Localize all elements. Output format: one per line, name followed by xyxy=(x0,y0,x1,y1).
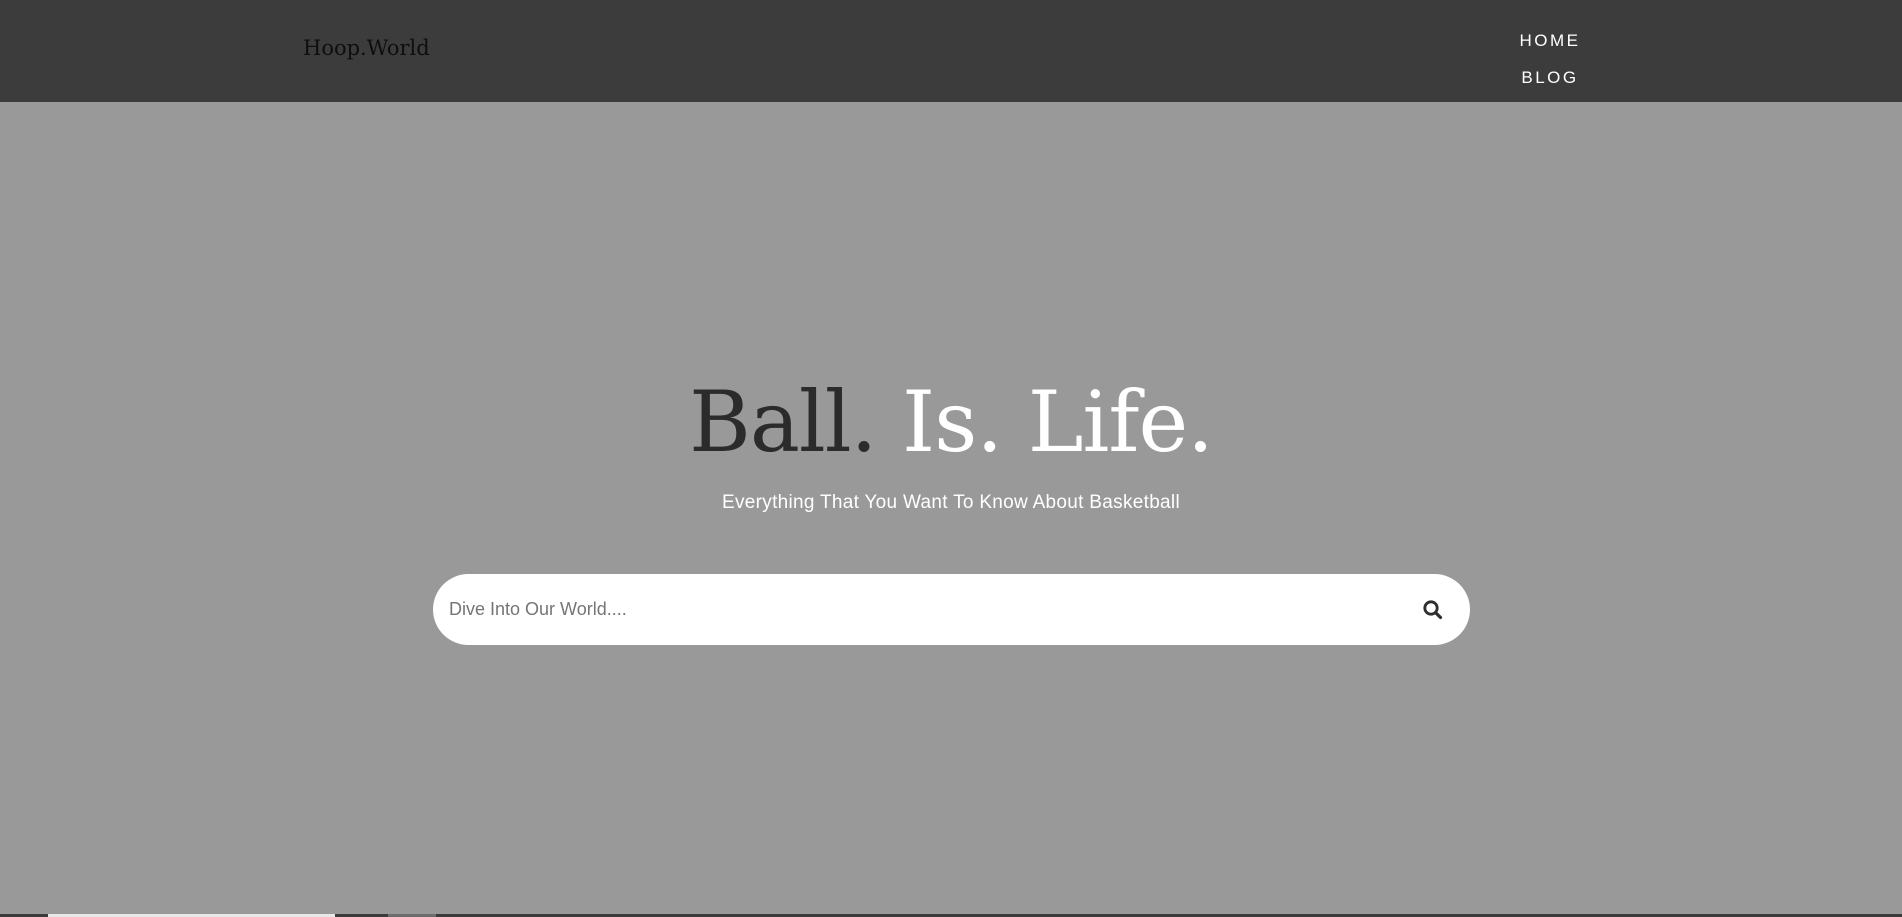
navbar: Hoop.World HOME BLOG xyxy=(0,0,1902,102)
nav-links: HOME BLOG xyxy=(1490,22,1610,96)
hero-subtitle: Everything That You Want To Know About B… xyxy=(722,492,1180,513)
nav-link-blog[interactable]: BLOG xyxy=(1490,59,1610,96)
search-bar xyxy=(433,574,1470,645)
nav-link-home[interactable]: HOME xyxy=(1490,22,1610,59)
search-icon[interactable] xyxy=(1420,597,1446,623)
hero-title-ball: Ball. xyxy=(689,373,877,471)
brand-logo[interactable]: Hoop.World xyxy=(303,36,430,60)
search-input[interactable] xyxy=(449,574,1389,645)
hero-title-is-life: Is. Life. xyxy=(902,373,1214,471)
hero-title: Ball. Is. Life. xyxy=(0,372,1902,472)
